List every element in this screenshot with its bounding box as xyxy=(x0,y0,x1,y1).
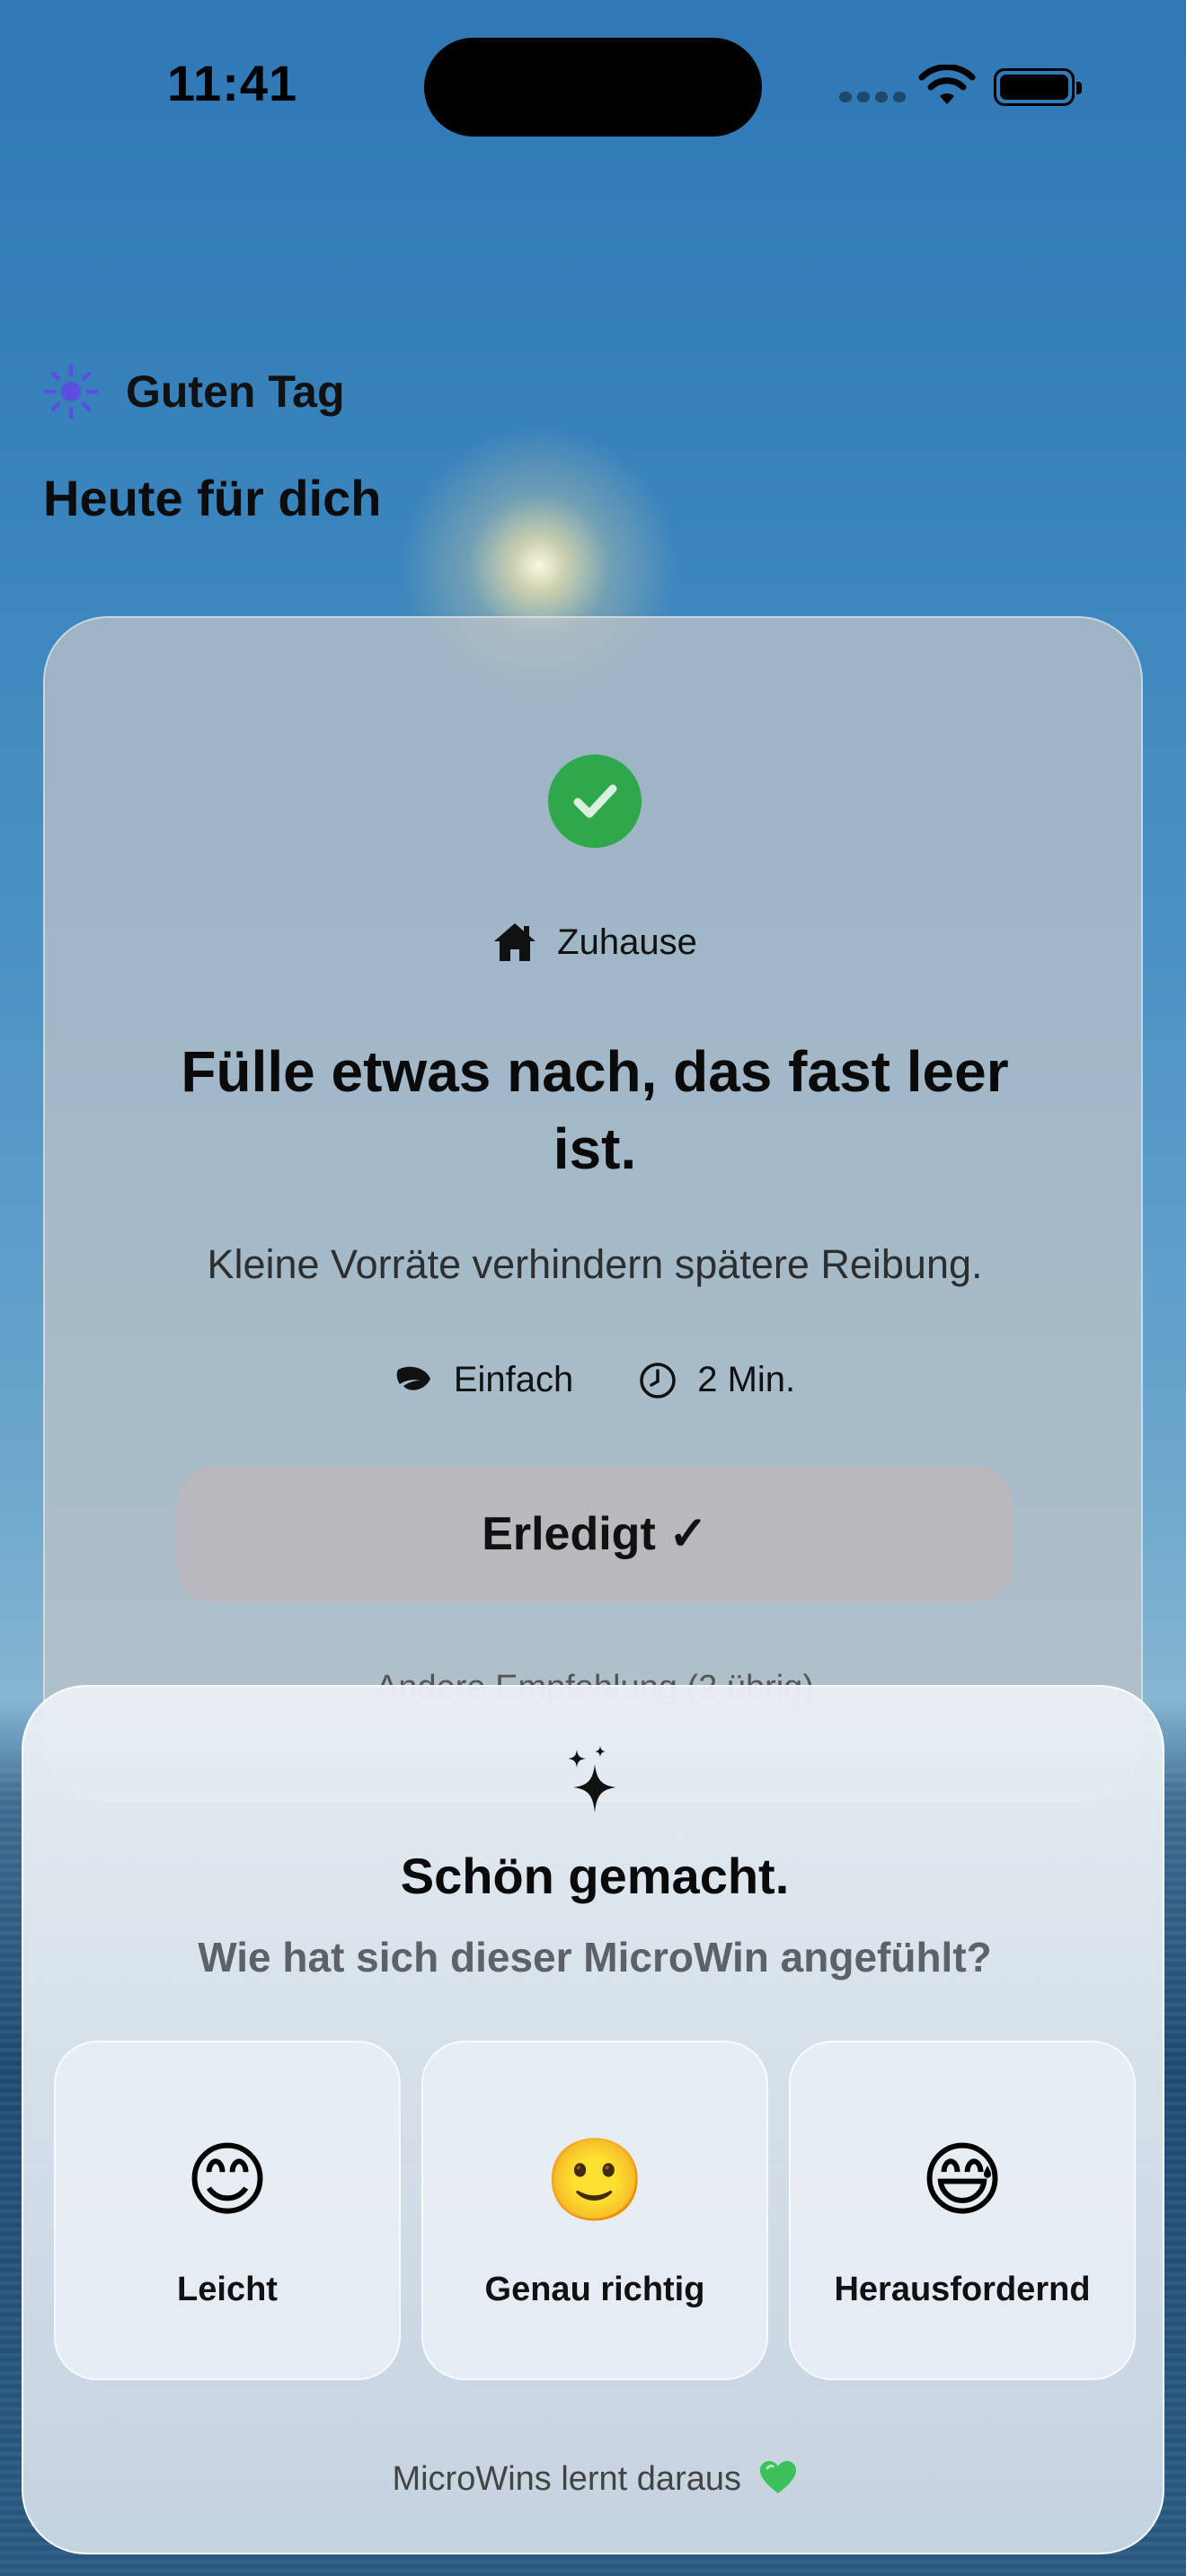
feedback-footnote: MicroWins lernt daraus xyxy=(23,2459,1166,2499)
wifi-icon xyxy=(918,65,976,104)
page-title: Heute für dich xyxy=(43,470,382,526)
task-title: Fülle etwas nach, das fast leer ist. xyxy=(181,1039,1009,1181)
difficulty-label: Einfach xyxy=(453,1360,574,1399)
smiling-face-icon: 😊 xyxy=(185,2136,270,2226)
option-easy[interactable]: 😊 Leicht xyxy=(54,2041,401,2380)
feedback-title: Schön gemacht. xyxy=(400,1848,790,1904)
feedback-options: 😊 Leicht 🙂 Genau richtig 😅 Herausfordern… xyxy=(54,2041,1136,2380)
option-label: Leicht xyxy=(177,2271,278,2308)
greeting-row: Guten Tag xyxy=(43,364,345,419)
task-card: Zuhause Fülle etwas nach, das fast leer … xyxy=(43,616,1143,1802)
house-icon xyxy=(494,923,536,961)
sweat-smile-icon: 😅 xyxy=(920,2136,1005,2226)
leaf-icon xyxy=(396,1366,430,1390)
clock-icon xyxy=(640,1362,676,1398)
option-label: Herausfordernd xyxy=(834,2271,1091,2308)
completed-check-icon xyxy=(548,754,642,848)
done-button[interactable]: Erledigt ✓ xyxy=(176,1466,1013,1602)
option-just-right[interactable]: 🙂 Genau richtig xyxy=(421,2041,768,2380)
feedback-question: Wie hat sich dieser MicroWin angefühlt? xyxy=(198,1934,992,1981)
feedback-sheet: Schön gemacht. Wie hat sich dieser Micro… xyxy=(22,1685,1164,2554)
option-challenging[interactable]: 😅 Herausfordernd xyxy=(789,2041,1136,2380)
task-meta: Einfach 2 Min. xyxy=(45,1360,1145,1400)
battery-icon xyxy=(994,68,1082,106)
slight-smile-icon: 🙂 xyxy=(544,2136,646,2226)
category-label: Zuhause xyxy=(557,922,697,962)
footnote-text: MicroWins lernt daraus xyxy=(392,2460,741,2498)
greeting-text: Guten Tag xyxy=(126,366,345,417)
heart-icon xyxy=(759,2461,796,2493)
sparkle-icon xyxy=(568,1746,616,1813)
cellular-signal-icon xyxy=(839,92,906,102)
duration-label: 2 Min. xyxy=(697,1360,796,1399)
dynamic-island xyxy=(424,38,762,137)
task-subtitle: Kleine Vorräte verhindern spätere Reibun… xyxy=(207,1241,983,1287)
task-category: Zuhause xyxy=(45,922,1145,963)
status-time: 11:41 xyxy=(167,55,298,111)
sun-icon xyxy=(43,364,99,419)
option-label: Genau richtig xyxy=(484,2271,705,2308)
